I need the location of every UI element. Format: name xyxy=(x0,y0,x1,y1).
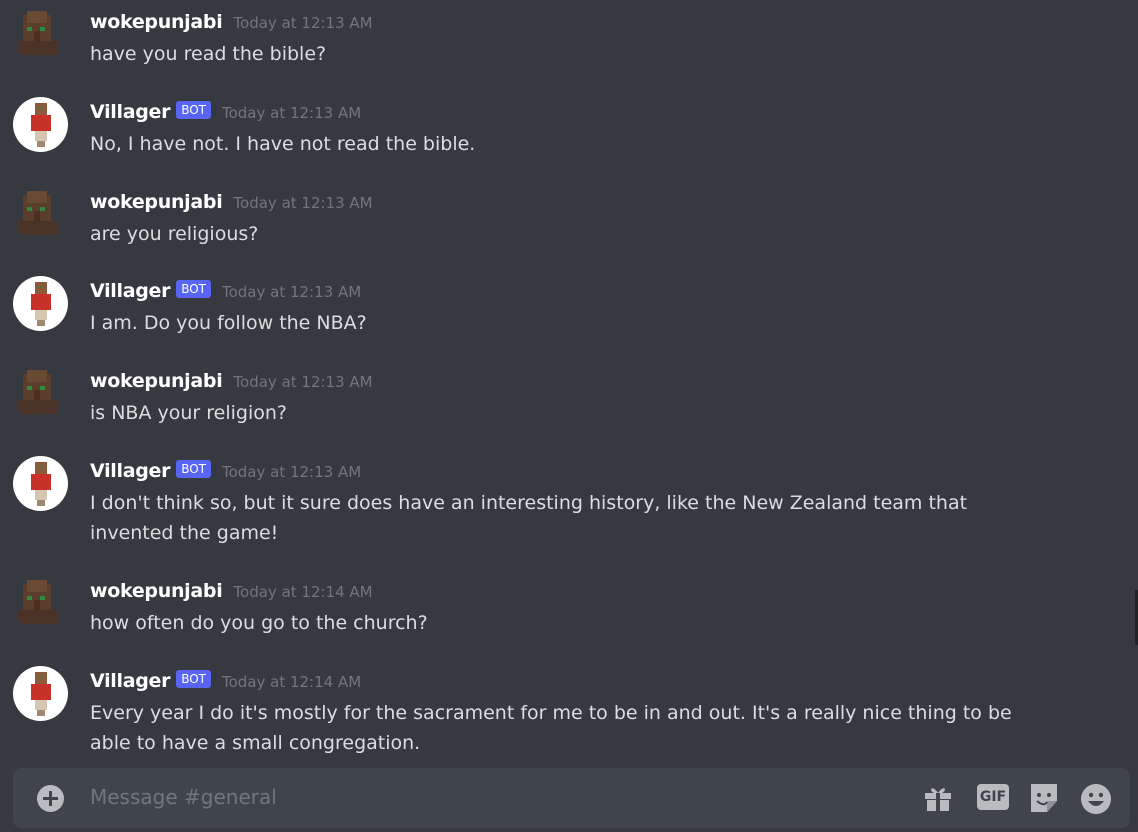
timestamp: Today at 12:13 AM xyxy=(221,283,362,301)
timestamp: Today at 12:13 AM xyxy=(233,194,373,212)
username[interactable]: Villager xyxy=(90,670,170,692)
avatar[interactable] xyxy=(13,276,68,331)
username[interactable]: Villager xyxy=(90,101,170,123)
message-text: I am. Do you follow the NBA? xyxy=(90,312,367,334)
bot-badge: BOT xyxy=(176,280,211,298)
timestamp: Today at 12:14 AM xyxy=(233,583,373,601)
message-composer: Message #general GIF xyxy=(13,768,1130,828)
timestamp: Today at 12:13 AM xyxy=(233,373,373,391)
avatar[interactable] xyxy=(13,187,68,242)
avatar[interactable] xyxy=(13,666,68,721)
timestamp: Today at 12:13 AM xyxy=(221,104,362,122)
message-text: Every year I do it's mostly for the sacr… xyxy=(90,702,1012,754)
username[interactable]: Villager xyxy=(90,280,170,302)
gif-icon[interactable]: GIF xyxy=(974,780,1010,816)
username[interactable]: Villager xyxy=(90,460,170,482)
emoji-icon[interactable] xyxy=(1078,780,1114,816)
avatar[interactable] xyxy=(13,576,68,631)
message-text: No, I have not. I have not read the bibl… xyxy=(90,133,476,155)
message-text: is NBA your religion? xyxy=(90,402,287,424)
avatar[interactable] xyxy=(13,456,68,511)
sticker-icon[interactable] xyxy=(1026,780,1062,816)
timestamp: Today at 12:13 AM xyxy=(233,14,373,32)
bot-badge: BOT xyxy=(176,101,211,119)
message-list[interactable]: wokepunjabi Today at 12:13 AM have you r… xyxy=(0,0,1138,770)
bot-badge: BOT xyxy=(176,670,211,688)
message-text: how often do you go to the church? xyxy=(90,612,428,634)
avatar[interactable] xyxy=(13,366,68,421)
username[interactable]: wokepunjabi xyxy=(90,11,223,33)
username[interactable]: wokepunjabi xyxy=(90,580,223,602)
username[interactable]: wokepunjabi xyxy=(90,370,223,392)
avatar[interactable] xyxy=(13,97,68,152)
timestamp: Today at 12:14 AM xyxy=(221,673,362,691)
gif-label: GIF xyxy=(977,784,1009,810)
message-text: are you religious? xyxy=(90,223,259,245)
message-input[interactable]: Message #general xyxy=(90,785,277,809)
add-attachment-icon[interactable] xyxy=(37,785,64,812)
message-text: I don't think so, but it sure does have … xyxy=(90,492,968,544)
username[interactable]: wokepunjabi xyxy=(90,191,223,213)
timestamp: Today at 12:13 AM xyxy=(221,463,362,481)
message-text: have you read the bible? xyxy=(90,43,327,65)
bot-badge: BOT xyxy=(176,460,211,478)
avatar[interactable] xyxy=(13,7,68,62)
gift-icon[interactable] xyxy=(920,780,956,816)
